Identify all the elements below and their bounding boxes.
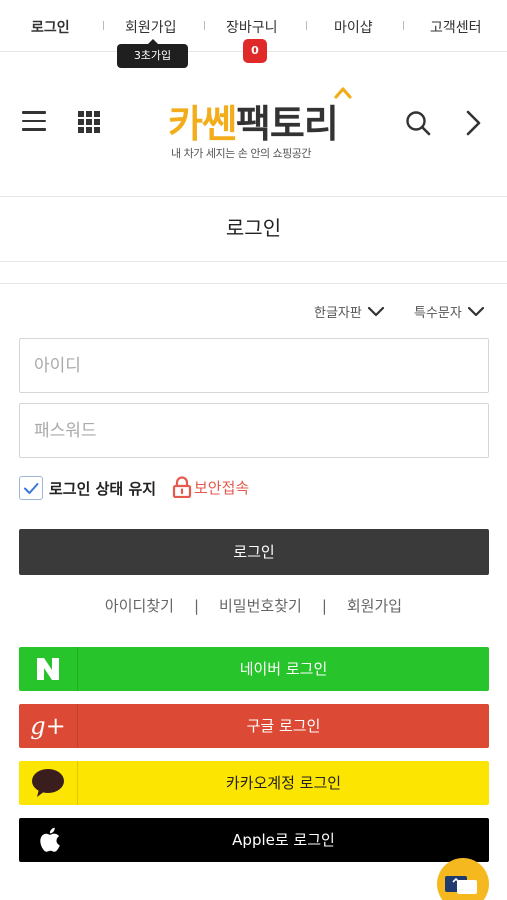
- nav-cart[interactable]: 장바구니: [226, 17, 278, 37]
- page-title-bar: 로그인: [0, 196, 507, 262]
- id-input[interactable]: [19, 338, 489, 393]
- keep-login-checkbox[interactable]: [19, 476, 43, 500]
- link-separator: |: [193, 597, 199, 615]
- nav-separator: [103, 21, 104, 30]
- link-separator: |: [321, 597, 327, 615]
- join-link[interactable]: 회원가입: [347, 595, 402, 616]
- cart-count-badge: 0: [243, 39, 267, 63]
- nav-separator: [403, 21, 404, 30]
- login-button[interactable]: 로그인: [19, 529, 489, 575]
- chevron-down-icon: [467, 306, 484, 316]
- naver-login-button[interactable]: 네이버 로그인: [19, 647, 489, 691]
- account-links: 아이디찾기 | 비밀번호찾기 | 회원가입: [0, 595, 507, 616]
- naver-login-label: 네이버 로그인: [239, 660, 328, 678]
- nav-separator: [306, 21, 307, 30]
- kakao-talk-icon: [19, 761, 78, 805]
- nav-myshop[interactable]: 마이샵: [334, 17, 373, 37]
- naver-icon: [19, 647, 78, 691]
- nav-customer-center[interactable]: 고객센터: [430, 17, 482, 37]
- search-icon[interactable]: [404, 109, 432, 137]
- find-id-link[interactable]: 아이디찾기: [105, 595, 174, 616]
- chevron-down-icon: [367, 306, 384, 316]
- logo-slogan: 내 차가 세지는 손 안의 쇼핑공간: [171, 147, 312, 160]
- nav-login[interactable]: 로그인: [31, 17, 70, 37]
- divider: [0, 283, 507, 284]
- join-badge[interactable]: 3초가입: [117, 39, 188, 68]
- nav-separator: [204, 21, 205, 30]
- secure-connection-link[interactable]: 보안접속: [172, 476, 249, 498]
- page-title: 로그인: [225, 216, 282, 240]
- korean-keyboard-label: 한글자판: [314, 306, 362, 321]
- nav-join[interactable]: 회원가입: [125, 17, 177, 37]
- logo-text-secondary: 팩토리: [235, 102, 339, 146]
- keep-login-label: 로그인 상태 유지: [49, 479, 157, 498]
- kakao-login-button[interactable]: 카카오계정 로그인: [19, 761, 489, 805]
- checkmark-icon: [24, 483, 39, 494]
- apple-login-button[interactable]: Apple로 로그인: [19, 818, 489, 862]
- find-password-link[interactable]: 비밀번호찾기: [219, 595, 302, 616]
- site-header: 카쎈팩토리 내 차가 세지는 손 안의 쇼핑공간: [0, 53, 507, 195]
- apple-icon: [19, 818, 78, 862]
- kakao-login-label: 카카오계정 로그인: [225, 774, 342, 792]
- apple-login-label: Apple로 로그인: [232, 831, 335, 849]
- special-chars-label: 특수문자: [414, 306, 462, 321]
- korean-keyboard-toggle[interactable]: 한글자판: [314, 302, 384, 321]
- google-login-button[interactable]: g+ 구글 로그인: [19, 704, 489, 748]
- google-plus-icon: g+: [19, 704, 78, 748]
- chat-icon: [445, 876, 477, 894]
- google-login-label: 구글 로그인: [246, 717, 321, 735]
- keep-login-option[interactable]: 로그인 상태 유지: [19, 476, 156, 500]
- password-input[interactable]: [19, 403, 489, 458]
- lock-icon: [172, 476, 192, 498]
- logo-arrow-icon: [334, 87, 352, 99]
- chat-floating-button[interactable]: [437, 858, 489, 900]
- menu-icon[interactable]: [22, 111, 46, 131]
- secure-connection-label: 보안접속: [194, 478, 250, 497]
- special-chars-toggle[interactable]: 특수문자: [414, 302, 484, 321]
- chevron-right-icon[interactable]: [462, 109, 484, 137]
- logo-text-primary: 카쎈: [168, 102, 237, 146]
- site-logo[interactable]: 카쎈팩토리 내 차가 세지는 손 안의 쇼핑공간: [168, 85, 358, 163]
- category-grid-icon[interactable]: [78, 111, 100, 133]
